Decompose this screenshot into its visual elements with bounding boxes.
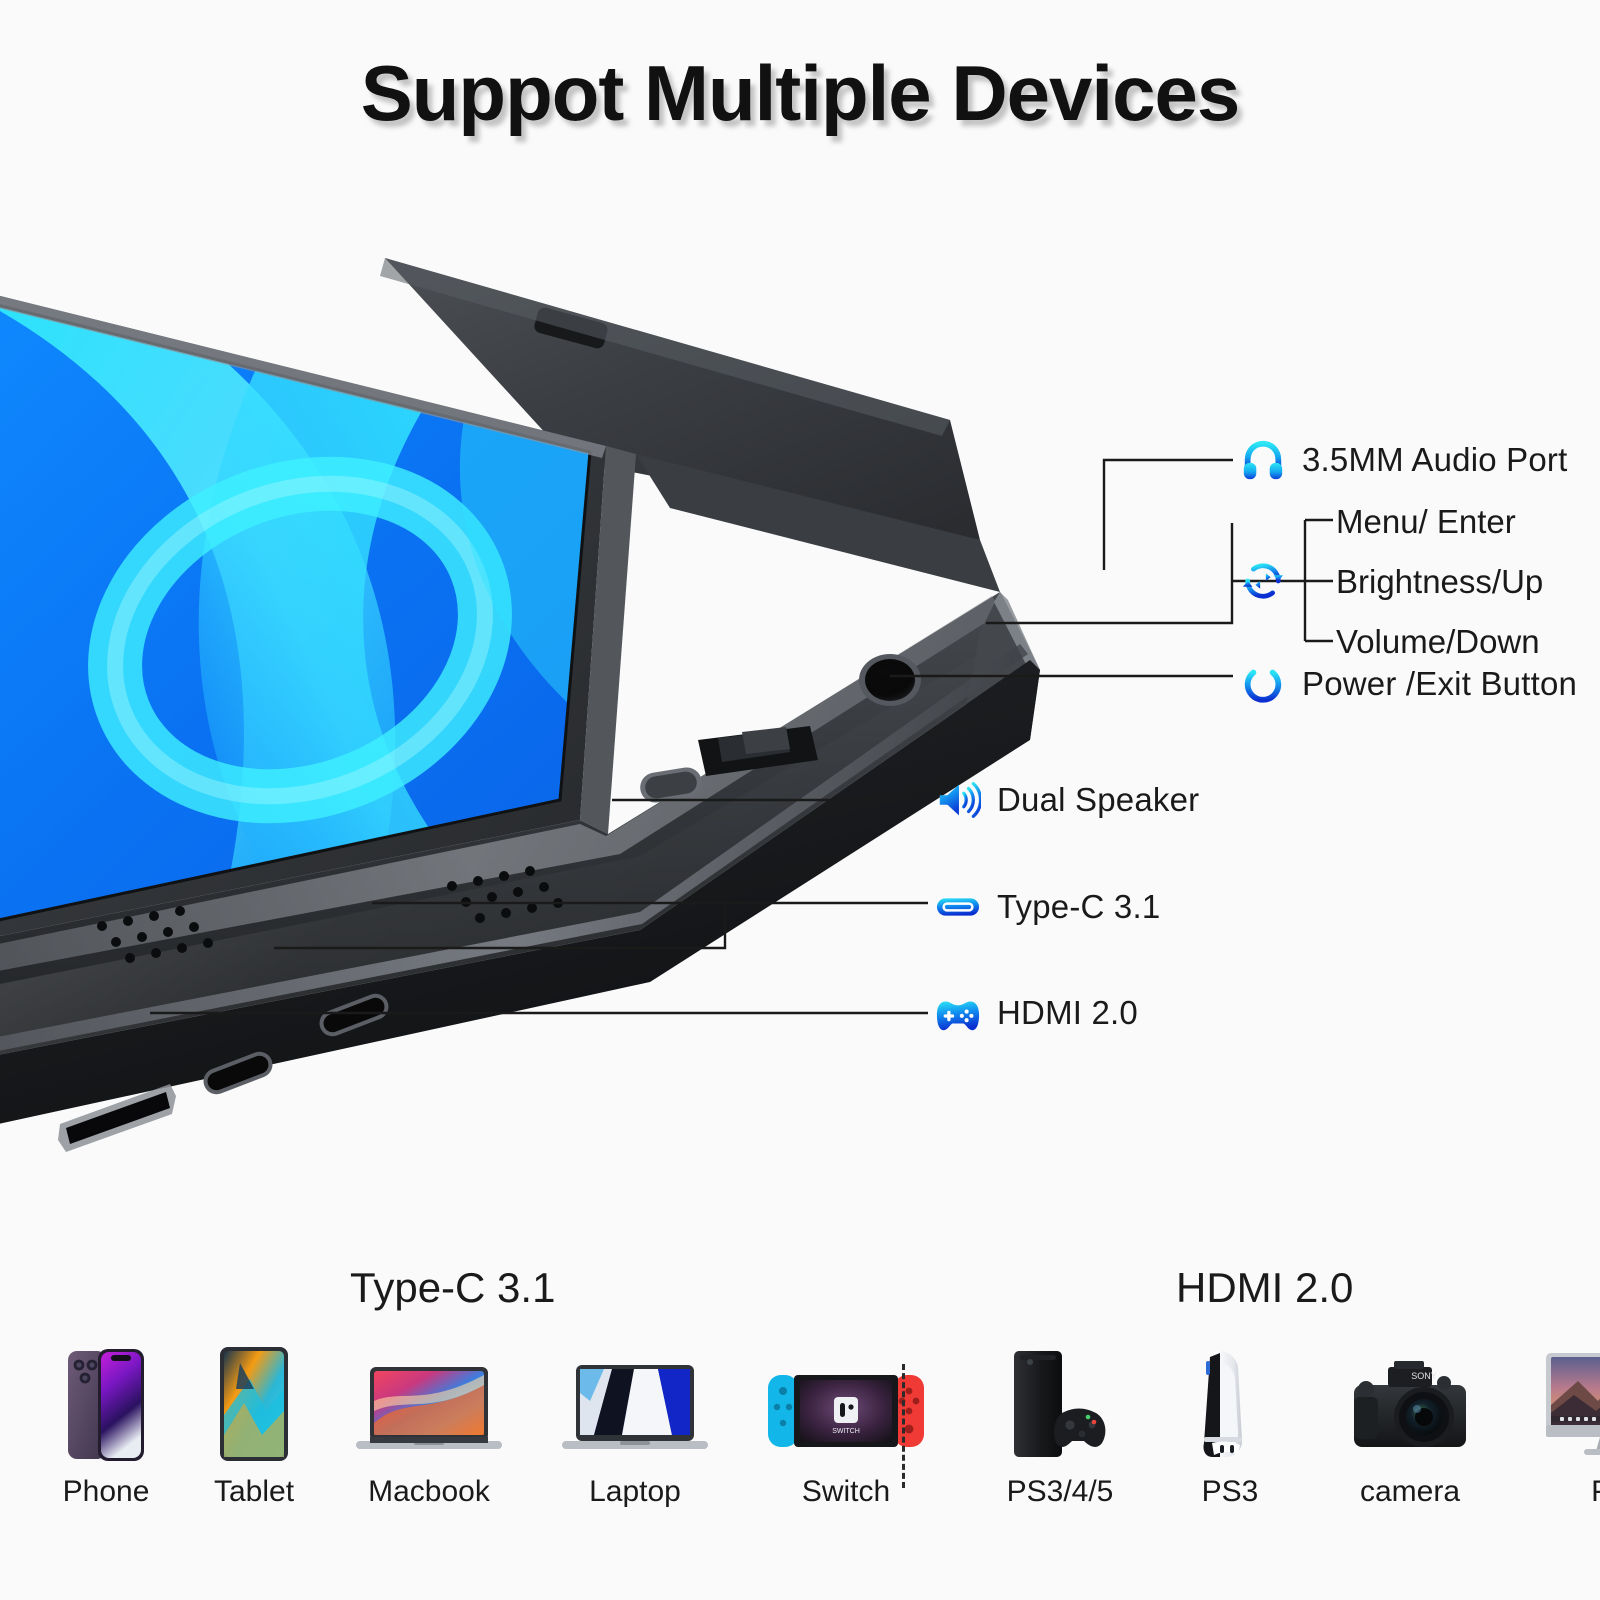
callout-type-c: Type-C 3.1 xyxy=(935,884,1160,930)
device-caption: Macbook xyxy=(368,1475,490,1508)
console-ps-device: PS3 xyxy=(1180,1345,1280,1509)
callout-audio-label: 3.5MM Audio Port xyxy=(1302,441,1568,478)
speaker-icon xyxy=(935,777,981,823)
callout-hdmi: HDMI 2.0 xyxy=(935,990,1138,1036)
callout-typec-label: Type-C 3.1 xyxy=(997,888,1161,925)
xbox-image xyxy=(1000,1345,1120,1463)
callout-osd-controls xyxy=(1240,558,1286,604)
callout-power-button: Power /Exit Button xyxy=(1240,661,1577,707)
imac-image xyxy=(1540,1345,1600,1463)
pc-device: PC xyxy=(1540,1345,1600,1509)
macbook-device: Macbook xyxy=(354,1345,504,1509)
device-caption: Phone xyxy=(62,1475,150,1508)
tablet-device: Tablet xyxy=(210,1345,298,1509)
portable-monitor-illustration xyxy=(0,240,1220,1152)
ipad-image xyxy=(210,1345,298,1463)
laptop-device: Laptop xyxy=(560,1345,710,1509)
callout-audio-port: 3.5MM Audio Port xyxy=(1240,437,1568,483)
sync-arrows-icon xyxy=(1240,558,1286,604)
phone-device: Phone xyxy=(58,1345,154,1509)
osd-function-volume: Volume/Down xyxy=(1336,623,1540,660)
console-xbox-device: PS3/4/5 xyxy=(1000,1345,1120,1509)
device-caption: Laptop xyxy=(589,1475,681,1508)
power-icon xyxy=(1240,661,1286,707)
callout-dual-speaker: Dual Speaker xyxy=(935,777,1199,823)
camera-device: SONY camera xyxy=(1340,1345,1480,1509)
osd-function-menu: Menu/ Enter xyxy=(1336,503,1516,540)
svg-text:SWITCH: SWITCH xyxy=(832,1428,860,1435)
audio-jack-port xyxy=(859,654,921,706)
macbook-image xyxy=(354,1345,504,1463)
type-c-device-row: Phone Tablet Macbook Laptop SWITCH Switc… xyxy=(58,1345,926,1509)
usb-c-port-icon xyxy=(935,884,981,930)
device-caption: PC xyxy=(1591,1475,1600,1509)
device-caption: Tablet xyxy=(213,1475,295,1508)
laptop-image xyxy=(560,1345,710,1463)
iphone-image xyxy=(58,1345,154,1463)
callout-hdmi-label: HDMI 2.0 xyxy=(997,994,1138,1031)
section-divider xyxy=(902,1364,905,1488)
ps5-image xyxy=(1180,1345,1280,1463)
device-caption: PS3 xyxy=(1201,1475,1259,1508)
device-caption: PS3/4/5 xyxy=(1006,1475,1114,1508)
camera-image: SONY xyxy=(1340,1345,1480,1463)
callout-power-label: Power /Exit Button xyxy=(1302,665,1578,702)
device-caption: Switch xyxy=(801,1475,891,1508)
svg-text:SONY: SONY xyxy=(1411,1371,1437,1381)
infographic-root: Suppot Multiple Devices 3.5MM Audio Port… xyxy=(0,0,1600,1600)
section-title-hdmi: HDMI 2.0 xyxy=(1176,1264,1354,1311)
headphones-icon xyxy=(1240,437,1286,483)
gamepad-icon xyxy=(935,990,981,1036)
section-title-type-c: Type-C 3.1 xyxy=(350,1264,556,1311)
hdmi-device-row: PS3/4/5 PS3 SONY camera xyxy=(1000,1345,1600,1509)
page-title: Suppot Multiple Devices xyxy=(360,49,1240,137)
osd-function-brightness: Brightness/Up xyxy=(1336,563,1544,600)
callout-speaker-label: Dual Speaker xyxy=(997,781,1200,818)
device-caption: camera xyxy=(1359,1475,1461,1508)
